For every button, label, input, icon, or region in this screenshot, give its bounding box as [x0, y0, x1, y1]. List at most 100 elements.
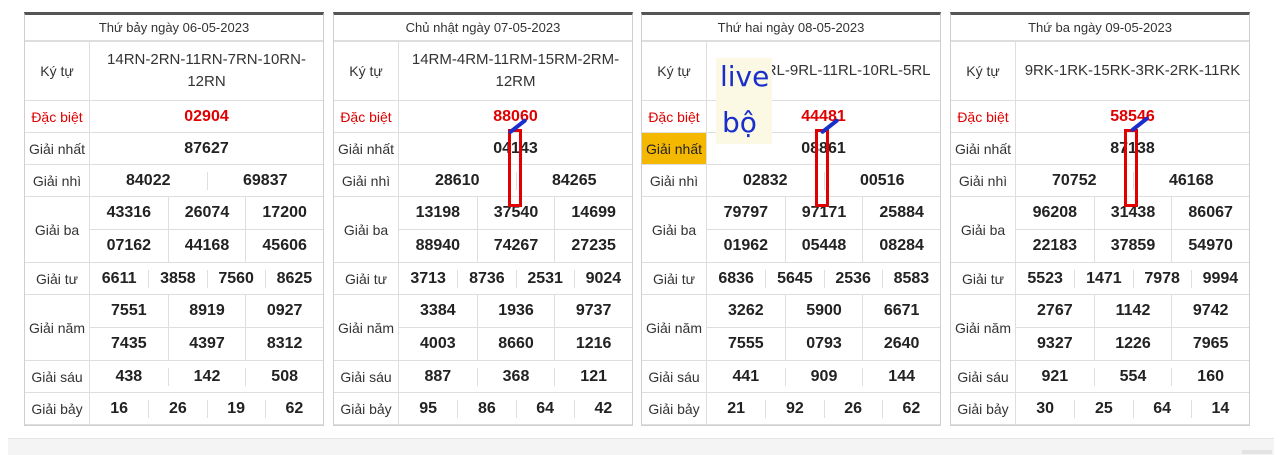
prize-number: 42	[573, 399, 632, 418]
prize-number: 70752	[1052, 171, 1097, 189]
prize-number: 121	[554, 367, 632, 386]
prize-number: 1226	[1093, 328, 1172, 360]
results-table: Ký tự 9RK-1RK-15RK-3RK-2RK-11RK Đặc biệt 58…	[951, 41, 1249, 425]
prize-label-nhi: Giải nhì	[642, 164, 707, 197]
prize-number: 3858	[148, 269, 206, 288]
prize-number: 3713	[410, 269, 446, 287]
special-prize-number: 88060	[493, 107, 538, 125]
prize-number: 05448	[784, 230, 863, 262]
prize-number: 30	[1036, 399, 1055, 417]
symbol-codes: 9RK-1RK-15RK-3RK-2RK-11RK	[1024, 62, 1241, 79]
prize-number: 7555	[728, 335, 764, 352]
card-date-header[interactable]: Thứ bảy ngày 06-05-2023	[25, 15, 323, 41]
results-panel: Thứ bảy ngày 06-05-2023 Ký tự 14RN-2RN-11R…	[0, 0, 1282, 454]
prize-label-dacbiet: Đặc biệt	[642, 100, 707, 133]
symbol-codes: 14RN-2RN-11RN-7RN-10RN-12RN	[107, 51, 306, 90]
prize-number: 27235	[554, 230, 632, 262]
prize-label-tu: Giải tư	[642, 262, 707, 295]
prize-number: 7551	[111, 302, 147, 319]
card-date-header[interactable]: Thứ hai ngày 08-05-2023	[642, 15, 940, 41]
handwritten-note: live bộ	[716, 58, 772, 144]
results-table: Ký tự 2RL-12RL-9RL-11RL-10RL-5RL Đặc biệt 4…	[642, 41, 940, 425]
prize-label-nhat: Giải nhất	[951, 132, 1016, 165]
prize-number: 9737	[554, 295, 632, 327]
results-table: Ký tự 14RN-2RN-11RN-7RN-10RN-12RN Đặc biệt…	[25, 41, 323, 425]
prize-number: 887	[424, 367, 452, 385]
prize-number: 08284	[862, 230, 940, 262]
prize-number: 26074	[167, 197, 246, 229]
prize-number: 2536	[823, 269, 882, 288]
prize-number: 25	[1074, 399, 1132, 418]
prize-label-nam: Giải năm	[642, 294, 707, 361]
prize-number: 3384	[420, 302, 456, 319]
prize-number: 909	[784, 367, 863, 386]
red-highlight-box	[508, 129, 522, 207]
prize-number: 79797	[723, 204, 769, 221]
result-card: Thứ bảy ngày 06-05-2023 Ký tự 14RN-2RN-11R…	[24, 12, 324, 426]
prize-number: 8660	[476, 328, 555, 360]
prize-number: 00516	[823, 171, 941, 190]
prize-label-nam: Giải năm	[25, 294, 90, 361]
prize-label-tu: Giải tư	[334, 262, 399, 295]
prize-number: 22183	[1032, 237, 1078, 254]
prize-number: 4003	[420, 335, 456, 352]
prize-number: 84265	[515, 171, 633, 190]
prize-number: 84022	[126, 171, 171, 189]
prize-number: 2640	[862, 328, 940, 360]
prize-label-kytu: Ký tự	[25, 41, 90, 101]
prize-label-sau: Giải sáu	[642, 360, 707, 393]
prize-number: 74267	[476, 230, 555, 262]
prize-label-sau: Giải sáu	[25, 360, 90, 393]
prize-label-ba: Giải ba	[642, 196, 707, 263]
prize-number: 45606	[245, 230, 323, 262]
card-date-header[interactable]: Chủ nhật ngày 07-05-2023	[334, 15, 632, 41]
prize-number: 5900	[784, 295, 863, 327]
prize-label-nhat: Giải nhất	[334, 132, 399, 165]
prize-label-ba: Giải ba	[334, 196, 399, 263]
prize-label-dacbiet: Đặc biệt	[951, 100, 1016, 133]
prize-number: 69837	[206, 171, 324, 190]
prize-number: 4397	[167, 328, 246, 360]
prize-number: 28610	[435, 171, 480, 189]
prize-label-nhi: Giải nhì	[951, 164, 1016, 197]
prize-number: 14	[1190, 399, 1249, 418]
special-prize-number: 02904	[184, 107, 229, 125]
prize-number: 2767	[1037, 302, 1073, 319]
prize-number: 160	[1171, 367, 1249, 386]
prize-number: 54970	[1171, 230, 1249, 262]
prize-label-bay: Giải bảy	[642, 392, 707, 425]
prize-number: 6836	[718, 269, 754, 287]
prize-number: 8312	[245, 328, 323, 360]
horizontal-scrollbar[interactable]	[8, 438, 1274, 455]
prize-number: 142	[167, 367, 246, 386]
prize-number: 44168	[167, 230, 246, 262]
prize-label-sau: Giải sáu	[334, 360, 399, 393]
prize-number: 25884	[862, 197, 940, 229]
prize-number: 8919	[167, 295, 246, 327]
prize-label-nhat: Giải nhất	[25, 132, 90, 165]
prize-number: 43316	[106, 204, 152, 221]
prize-label-nam: Giải năm	[951, 294, 1016, 361]
results-table: Ký tự 14RM-4RM-11RM-15RM-2RM-12RM Đặc biệt…	[334, 41, 632, 425]
prize-number: 1471	[1074, 269, 1132, 288]
first-prize-number: 87627	[184, 139, 229, 157]
result-card: Thứ hai ngày 08-05-2023 Ký tự 2RL-12RL-9RL…	[641, 12, 941, 426]
prize-number: 441	[732, 367, 760, 385]
note-line-live: live	[720, 60, 770, 93]
prize-number: 64	[515, 399, 574, 418]
prize-number: 16	[110, 399, 129, 417]
prize-number: 26	[823, 399, 882, 418]
scrollbar-thumb[interactable]	[1242, 450, 1272, 454]
prize-number: 9327	[1037, 335, 1073, 352]
prize-number: 9024	[573, 269, 632, 288]
prize-number: 92	[765, 399, 823, 418]
prize-label-nhat: Giải nhất	[642, 132, 707, 165]
prize-number: 7435	[111, 335, 147, 352]
prize-label-ba: Giải ba	[25, 196, 90, 263]
prize-label-tu: Giải tư	[951, 262, 1016, 295]
prize-number: 508	[245, 367, 323, 386]
card-date-header[interactable]: Thứ ba ngày 09-05-2023	[951, 15, 1249, 41]
prize-number: 62	[881, 399, 940, 418]
result-card: Chủ nhật ngày 07-05-2023 Ký tự 14RM-4RM-11…	[333, 12, 633, 426]
prize-number: 64	[1132, 399, 1191, 418]
